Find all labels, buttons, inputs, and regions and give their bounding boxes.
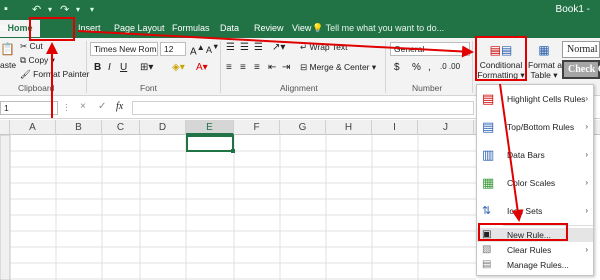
arrow-cf-to-new-rule — [499, 83, 524, 222]
annotation-arrows — [46, 30, 524, 222]
arrow-home-to-cf — [77, 30, 474, 58]
